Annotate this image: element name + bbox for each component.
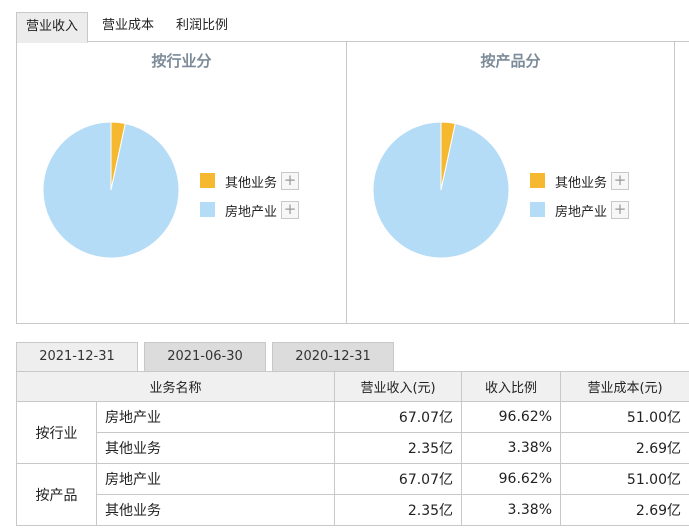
row-cost: 51.00亿 (560, 401, 689, 433)
legend-label: 房地产业 (555, 205, 608, 220)
row-revenue: 2.35亿 (334, 494, 463, 526)
expand-button[interactable]: + (281, 201, 299, 219)
table-header-row: 业务名称 营业收入(元) 收入比例 营业成本(元) (15, 371, 689, 402)
row-name: 房地产业 (95, 463, 336, 495)
expand-button[interactable]: + (281, 172, 299, 190)
main-tab-bar: 营业收入 营业成本 利润比例 (16, 12, 689, 43)
pie-slice-1[interactable] (372, 121, 510, 259)
legend-swatch (530, 202, 545, 217)
legend-swatch (200, 173, 215, 188)
legend-swatch (530, 173, 545, 188)
table-row: 其他业务 2.35亿 3.38% 2.69亿 (17, 494, 689, 526)
pie-slice-1[interactable] (42, 121, 180, 259)
legend-swatch (200, 202, 215, 217)
header-ratio: 收入比例 (461, 371, 562, 402)
row-ratio: 96.62% (461, 401, 562, 433)
table-row: 按行业 房地产业 67.07亿 96.62% 51.00亿 (16, 401, 689, 464)
table-row: 按产品 房地产业 67.07亿 96.62% 51.00亿 (16, 463, 689, 526)
group-label-industry: 按行业 (16, 401, 97, 464)
legend-label: 其他业务 (225, 176, 278, 191)
tab-date-2021-12-31[interactable]: 2021-12-31 (16, 342, 138, 373)
business-table: 业务名称 营业收入(元) 收入比例 营业成本(元) 按行业 房地产业 67.07… (15, 371, 689, 526)
header-cost: 营业成本(元) (560, 371, 689, 402)
legend-label: 其他业务 (555, 176, 608, 191)
row-name: 其他业务 (95, 494, 336, 526)
row-revenue: 2.35亿 (334, 432, 463, 464)
panel-title: 按产品分 (480, 52, 541, 70)
expand-button[interactable]: + (611, 172, 629, 190)
tab-revenue[interactable]: 营业收入 (16, 12, 88, 43)
table-row: 其他业务 2.35亿 3.38% 2.69亿 (17, 432, 689, 464)
chart-panels: 按行业分 其他业务 + 房地产业 + 按产品分 其他业务 + 房地产业 + (16, 42, 689, 324)
pie-chart-industry (42, 121, 180, 259)
pie-chart-product (372, 121, 510, 259)
row-cost: 51.00亿 (560, 463, 689, 495)
row-name: 其他业务 (95, 432, 336, 464)
tab-date-2021-06-30[interactable]: 2021-06-30 (144, 342, 266, 372)
row-cost: 2.69亿 (560, 432, 689, 464)
row-ratio: 96.62% (461, 463, 562, 495)
row-revenue: 67.07亿 (334, 463, 463, 495)
tab-date-2020-12-31[interactable]: 2020-12-31 (272, 342, 394, 372)
row-ratio: 3.38% (461, 432, 562, 464)
panel-by-industry: 按行业分 其他业务 + 房地产业 + (17, 42, 347, 323)
panel-by-product: 按产品分 其他业务 + 房地产业 + (347, 42, 675, 323)
row-ratio: 3.38% (461, 494, 562, 526)
expand-button[interactable]: + (611, 201, 629, 219)
panel-title: 按行业分 (151, 52, 212, 70)
row-cost: 2.69亿 (560, 494, 689, 526)
date-tab-bar: 2021-12-31 2021-06-30 2020-12-31 (16, 342, 689, 373)
legend-label: 房地产业 (225, 205, 278, 220)
header-business-name: 业务名称 (15, 371, 336, 402)
tab-cost[interactable]: 营业成本 (92, 12, 164, 42)
row-revenue: 67.07亿 (334, 401, 463, 433)
group-label-product: 按产品 (16, 463, 97, 526)
tab-profit-ratio[interactable]: 利润比例 (166, 12, 238, 42)
header-revenue: 营业收入(元) (334, 371, 463, 402)
row-name: 房地产业 (95, 401, 336, 433)
